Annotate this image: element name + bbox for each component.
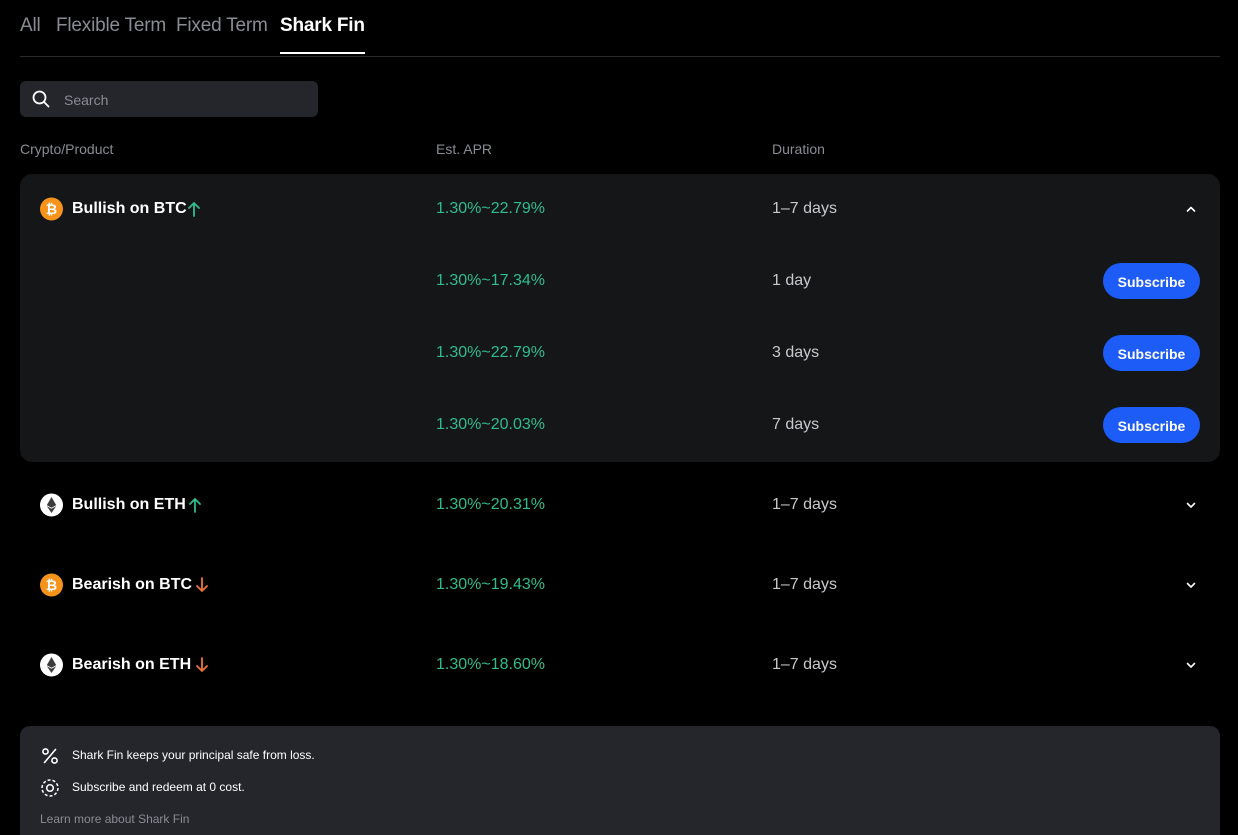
product-row-bullish-btc[interactable]: ₿ Bullish on BTC 1.30%~22.79% 1–7 days: [20, 174, 1220, 244]
percent-icon: [42, 748, 58, 764]
tab-shark-fin[interactable]: Shark Fin: [280, 15, 365, 55]
tab-fixed-term[interactable]: Fixed Term: [176, 15, 268, 37]
column-header-product: Crypto/Product: [20, 141, 114, 157]
est-apr: 1.30%~20.31%: [436, 496, 545, 513]
duration: 1–7 days: [772, 656, 837, 673]
product-row-bearish-eth[interactable]: Bearish on ETH 1.30%~18.60% 1–7 days: [20, 630, 1220, 700]
product-tabs: All Flexible Term Fixed Term Shark Fin: [20, 0, 1220, 57]
btc-icon: ₿: [40, 197, 63, 221]
arrow-down-icon: [196, 657, 208, 672]
chevron-up-icon[interactable]: [1184, 202, 1198, 216]
duration: 1–7 days: [772, 496, 837, 513]
learn-more-link[interactable]: Learn more about Shark Fin: [40, 812, 189, 826]
eth-icon: [40, 653, 63, 677]
subscription-option-row: 1.30%~20.03% 7 days Subscribe: [20, 390, 1220, 460]
info-text: Subscribe and redeem at 0 cost.: [72, 780, 245, 794]
est-apr: 1.30%~18.60%: [436, 656, 545, 673]
subscribe-button[interactable]: Subscribe: [1103, 335, 1200, 371]
subscription-option-row: 1.30%~17.34% 1 day Subscribe: [20, 246, 1220, 316]
product-name: Bullish on BTC: [72, 200, 187, 217]
column-header-duration: Duration: [772, 141, 825, 157]
product-name: Bearish on ETH: [72, 656, 192, 673]
option-duration: 7 days: [772, 416, 820, 433]
subscribe-button[interactable]: Subscribe: [1103, 407, 1200, 443]
chevron-down-icon[interactable]: [1184, 578, 1198, 592]
zero-cost-icon: [41, 779, 59, 797]
option-duration: 1 day: [772, 272, 812, 289]
duration: 1–7 days: [772, 576, 837, 593]
chevron-down-icon[interactable]: [1184, 658, 1198, 672]
shark-fin-info-box: Shark Fin keeps your principal safe from…: [20, 726, 1220, 835]
subscription-option-row: 1.30%~22.79% 3 days Subscribe: [20, 318, 1220, 388]
svg-text:₿: ₿: [46, 578, 57, 594]
est-apr: 1.30%~22.79%: [436, 200, 545, 217]
arrow-down-icon: [196, 577, 208, 592]
shark-fin-page: All Flexible Term Fixed Term Shark Fin C…: [0, 0, 1238, 835]
product-name: Bullish on ETH: [72, 496, 186, 513]
arrow-up-icon: [188, 202, 200, 217]
chevron-down-icon[interactable]: [1184, 498, 1198, 512]
option-apr: 1.30%~22.79%: [436, 344, 545, 361]
btc-icon: ₿: [40, 573, 63, 597]
column-header-apr: Est. APR: [436, 141, 493, 157]
duration: 1–7 days: [772, 200, 837, 217]
search-box[interactable]: [20, 81, 318, 119]
eth-icon: [40, 493, 63, 517]
product-row-bearish-btc[interactable]: ₿ Bearish on BTC 1.30%~19.43% 1–7 days: [20, 550, 1220, 620]
svg-text:₿: ₿: [46, 202, 57, 218]
product-name: Bearish on BTC: [72, 576, 193, 593]
product-row-bullish-eth[interactable]: Bullish on ETH 1.30%~20.31% 1–7 days: [20, 470, 1220, 540]
search-icon: [32, 90, 50, 108]
est-apr: 1.30%~19.43%: [436, 576, 545, 593]
tab-all[interactable]: All: [20, 15, 41, 37]
option-duration: 3 days: [772, 344, 820, 361]
option-apr: 1.30%~17.34%: [436, 272, 545, 289]
info-text: Shark Fin keeps your principal safe from…: [72, 748, 315, 762]
arrow-up-icon: [189, 498, 201, 513]
option-apr: 1.30%~20.03%: [436, 416, 545, 433]
subscribe-button[interactable]: Subscribe: [1103, 263, 1200, 299]
search-input[interactable]: [62, 81, 306, 119]
tab-flexible-term[interactable]: Flexible Term: [56, 15, 166, 37]
